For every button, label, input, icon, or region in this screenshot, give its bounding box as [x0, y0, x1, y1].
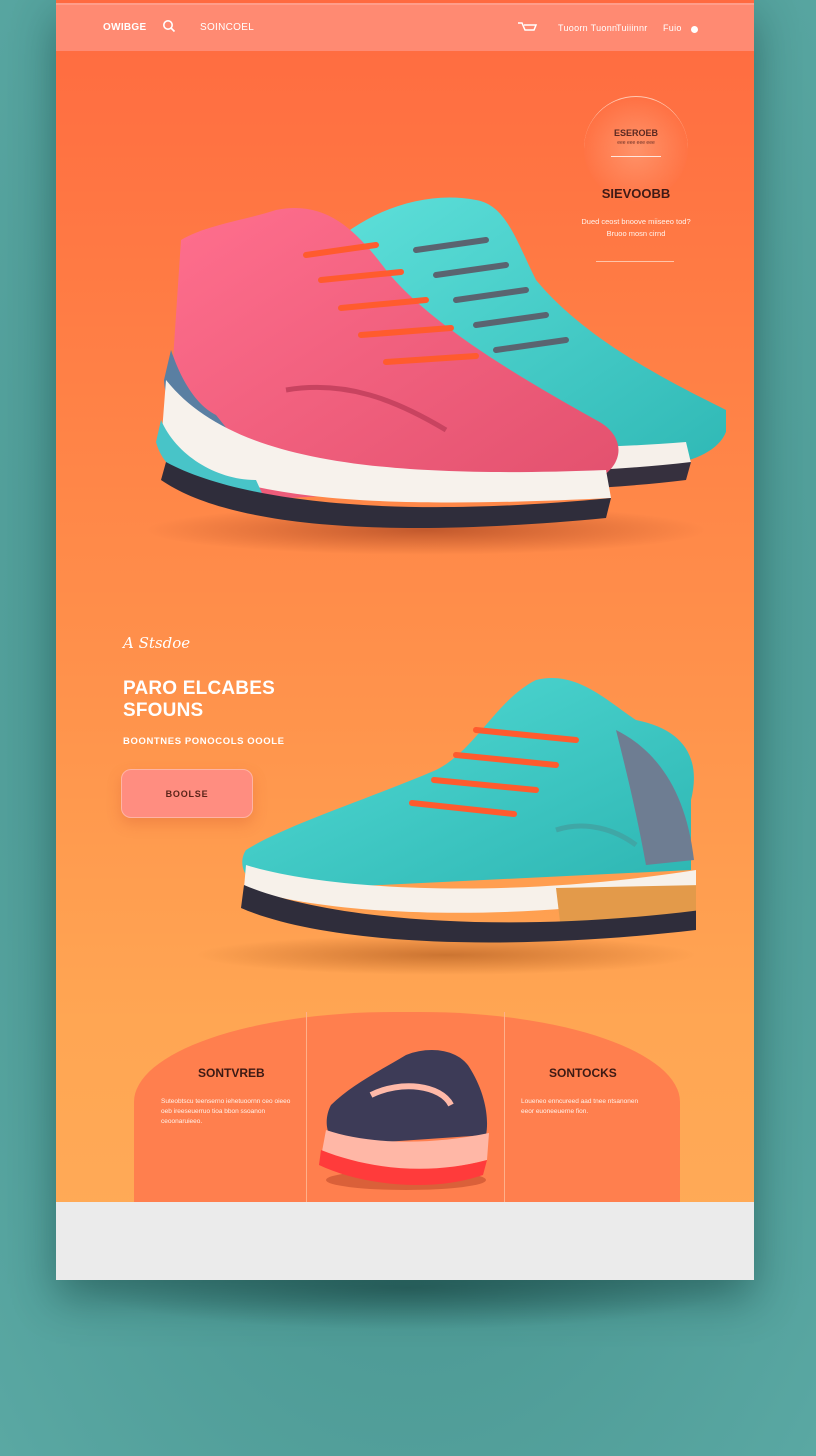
top-nav: OWIBGE SOINCOEL Tuoorn Tuonn Tuiiinnr Fu…: [56, 3, 754, 51]
hero-shoe-pair-image: [146, 197, 726, 555]
badge-title: ESEROEB: [613, 128, 658, 138]
nav-link-shop[interactable]: Tuoorn Tuonn: [558, 23, 617, 33]
card-text-right: Loueneo enncureed aad tnee ntsanonen eeo…: [521, 1098, 639, 1115]
card-divider-left: [306, 1012, 307, 1202]
nav-link-about[interactable]: Tuiiinnr: [616, 23, 648, 33]
card-shoe-image: [319, 1050, 489, 1190]
badge-divider: [611, 156, 661, 157]
footer-strip: [56, 1202, 754, 1280]
cart-icon[interactable]: [516, 20, 538, 34]
dot-icon[interactable]: [691, 26, 698, 33]
brand-logo[interactable]: OWIBGE: [103, 22, 146, 33]
nav-link-primary[interactable]: SOINCOEL: [200, 22, 254, 33]
badge-subtitle: eee eee eee eee: [617, 140, 655, 146]
feature-script-label: A Stsdoe: [123, 634, 191, 652]
card-title-left: SONTVREB: [198, 1066, 265, 1080]
card-text-left: Suteobtscu teenserno iehetuoornn ceo oie…: [161, 1098, 291, 1125]
nav-link-account[interactable]: Fuio: [663, 23, 682, 33]
card-title-right: SONTOCKS: [549, 1066, 617, 1080]
card-divider-right: [504, 1012, 505, 1202]
search-icon[interactable]: [162, 19, 176, 33]
feature-shoe-image: [196, 678, 696, 975]
landing-page: OWIBGE SOINCOEL Tuoorn Tuonn Tuiiinnr Fu…: [56, 0, 754, 1280]
